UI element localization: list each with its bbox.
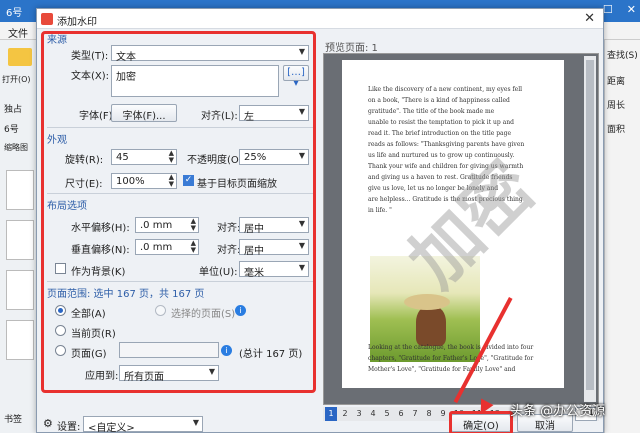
chevron-down-icon: ▼ — [298, 107, 305, 116]
insert-variable-button[interactable]: […] ▾ — [283, 65, 309, 89]
total-pages-text: (总计 167 页) — [239, 349, 303, 360]
settings-preset-select[interactable]: <自定义> ▼ — [83, 416, 203, 433]
current-page-label: 当前页(R) — [71, 329, 116, 340]
text-label: 文本(X): — [71, 71, 110, 82]
doc-tab-label[interactable]: 6号 — [4, 122, 19, 135]
size-label: 尺寸(E): — [65, 179, 103, 190]
apply-to-select[interactable]: 所有页面 ▼ — [119, 365, 219, 383]
selected-pages-radio[interactable] — [155, 305, 166, 316]
chevron-down-icon: ▼ — [298, 219, 305, 228]
add-watermark-dialog: 添加水印 ✕ 来源 类型(T): 文本 ▼ 文本(X): 加密 […] ▾ 字体(… — [36, 8, 604, 433]
app-tab[interactable]: 6号 — [6, 4, 22, 19]
preview-area: Like the discovery of a new continent, m… — [323, 53, 599, 405]
scale-to-page-label: 基于目标页面缩放 — [197, 179, 277, 190]
page-range-summary: 页面范围: 选中 167 页，共 167 页 — [47, 289, 205, 300]
opacity-select[interactable]: 25% ▼ — [239, 149, 309, 165]
source-section-title: 来源 — [47, 35, 67, 46]
preview-scrollbar[interactable] — [584, 56, 596, 402]
preview-page: Like the discovery of a new continent, m… — [342, 60, 564, 388]
font-button[interactable]: 字体(F)... — [111, 104, 177, 122]
selected-pages-label: 选择的页面(S) — [171, 309, 236, 320]
h-align-select[interactable]: 居中 ▼ — [239, 217, 309, 235]
dialog-title: 添加水印 — [57, 17, 97, 28]
spinner-icon: ▲ ▼ — [168, 149, 174, 164]
chevron-down-icon: ▼ — [298, 241, 305, 250]
h-offset-label: 水平偏移(H): — [71, 223, 130, 234]
opacity-label: 不透明度(O): — [187, 155, 247, 166]
close-icon[interactable]: ✕ — [627, 3, 636, 16]
v-offset-label: 垂直偏移(N): — [71, 245, 130, 256]
apply-to-label: 应用到: — [85, 371, 119, 382]
all-pages-radio[interactable] — [55, 305, 66, 316]
all-pages-label: 全部(A) — [71, 309, 106, 320]
info-icon[interactable]: i — [221, 345, 232, 356]
appearance-section-title: 外观 — [47, 135, 67, 146]
settings-panel: 来源 类型(T): 文本 ▼ 文本(X): 加密 […] ▾ 字体(F): 字体(… — [43, 33, 317, 393]
watermark-text-field[interactable]: 加密 — [111, 65, 279, 97]
spinner-icon: ▲ ▼ — [168, 173, 174, 188]
unit-select[interactable]: 毫米 ▼ — [239, 261, 309, 279]
app-left-panel: 打开(O) 独占 6号 缩略图 书签 — [0, 40, 40, 433]
preview-text-block-2: Looking at the catalogue, the book is di… — [368, 344, 534, 373]
spinner-icon: ▲ ▼ — [190, 239, 196, 254]
exclusive-label[interactable]: 独占 — [4, 102, 22, 115]
preview-title: 预览页面: 1 — [325, 43, 378, 54]
pages-label: 页面(G) — [71, 349, 107, 360]
folder-icon[interactable] — [8, 48, 32, 66]
distance-tool[interactable]: 距离 — [607, 74, 625, 87]
h-offset-stepper[interactable]: .0 mm ▲ ▼ — [135, 217, 199, 233]
page-thumbnail[interactable] — [6, 170, 34, 210]
type-label: 类型(T): — [71, 51, 109, 62]
gear-icon[interactable]: ⚙ — [43, 417, 54, 430]
align-label: 对齐(L): — [201, 111, 238, 122]
current-page-radio[interactable] — [55, 325, 66, 336]
as-background-label: 作为背景(K) — [71, 267, 126, 278]
layout-section-title: 布局选项 — [47, 201, 87, 212]
app-logo-icon — [41, 13, 53, 25]
bookmark-label[interactable]: 书签 — [4, 412, 22, 425]
rotation-label: 旋转(R): — [65, 155, 104, 166]
page-thumbnail[interactable] — [6, 220, 34, 260]
v-align-select[interactable]: 居中 ▼ — [239, 239, 309, 257]
chevron-down-icon: ▼ — [298, 151, 305, 160]
v-offset-stepper[interactable]: .0 mm ▲ ▼ — [135, 239, 199, 255]
perimeter-tool[interactable]: 周长 — [607, 98, 625, 111]
app-right-panel: 查找(S) 距离 周长 面积 — [604, 40, 640, 433]
as-background-checkbox[interactable] — [55, 263, 66, 274]
close-icon[interactable]: ✕ — [584, 11, 595, 26]
chevron-down-icon: ▼ — [192, 418, 199, 427]
unit-label: 单位(U): — [199, 267, 238, 278]
page-thumbnail[interactable] — [6, 320, 34, 360]
open-label[interactable]: 打开(O) — [2, 74, 31, 85]
maximize-icon[interactable]: ☐ — [603, 3, 613, 16]
size-stepper[interactable]: 100% ▲ ▼ — [111, 173, 177, 189]
page-thumbnail[interactable] — [6, 270, 34, 310]
thumbnail-label[interactable]: 缩略图 — [4, 142, 28, 153]
ok-button[interactable]: 确定(O) — [451, 414, 511, 432]
pages-radio[interactable] — [55, 345, 66, 356]
rotation-stepper[interactable]: 45 ▲ ▼ — [111, 149, 177, 165]
menu-file[interactable]: 文件 — [8, 25, 28, 40]
settings-label: 设置: — [57, 422, 81, 433]
type-select[interactable]: 文本 ▼ — [111, 45, 309, 63]
source-watermark-overlay: 头条 @办公资源 — [510, 404, 606, 419]
spinner-icon: ▲ ▼ — [190, 217, 196, 232]
info-icon[interactable]: i — [235, 305, 246, 316]
scale-to-page-checkbox[interactable]: ✓ — [183, 175, 194, 186]
dialog-title-bar: 添加水印 ✕ — [37, 9, 603, 29]
pages-range-input[interactable] — [119, 342, 219, 358]
h-align-label: 对齐: — [217, 223, 241, 234]
find-tool[interactable]: 查找(S) — [607, 48, 638, 61]
chevron-down-icon: ▼ — [298, 47, 305, 56]
align-select[interactable]: 左 ▼ — [239, 105, 309, 123]
v-align-label: 对齐: — [217, 245, 241, 256]
chevron-down-icon: ▼ — [208, 367, 215, 376]
area-tool[interactable]: 面积 — [607, 122, 625, 135]
chevron-down-icon: ▼ — [298, 263, 305, 272]
